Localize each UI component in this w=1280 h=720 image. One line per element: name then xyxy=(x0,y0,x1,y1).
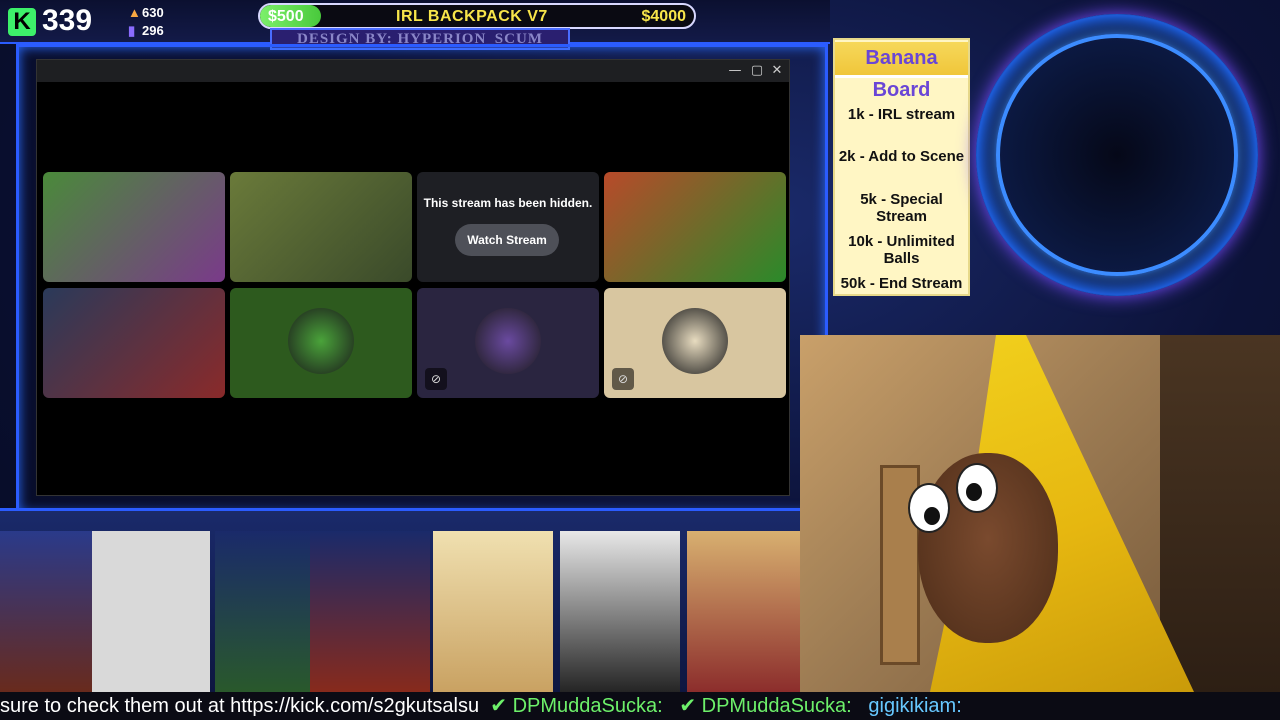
screen-share-tile[interactable] xyxy=(230,172,412,282)
ticker-text: sure to check them out at https://kick.c… xyxy=(0,695,480,717)
avatar-cartoon xyxy=(687,531,800,696)
kick-logo-icon: K xyxy=(8,8,36,36)
participant-avatar xyxy=(662,308,728,374)
avatar-hooded xyxy=(560,531,680,696)
deafened-icon: ⊘ xyxy=(425,368,447,390)
check-icon: ✔ xyxy=(679,695,697,717)
googly-eye-right xyxy=(956,463,998,513)
streamer-face xyxy=(908,453,1058,643)
participant-avatar-tile[interactable]: ⊘ xyxy=(604,288,786,398)
watch-stream-button[interactable]: Watch Stream xyxy=(455,224,559,256)
goal-start-amount: $500 xyxy=(268,8,304,25)
ticker-user: DPMuddaSucka: xyxy=(512,695,663,717)
maximize-button[interactable]: ▢ xyxy=(747,62,767,80)
goal-title: IRL BACKPACK V7 xyxy=(396,8,548,25)
banana-board-title: Banana Board xyxy=(835,42,968,101)
screen-share-tile[interactable] xyxy=(604,172,786,282)
stat-bottom: ▮ 296 xyxy=(128,23,164,38)
stat-top: ▲630 xyxy=(128,5,164,20)
googly-eye-left xyxy=(908,483,950,533)
call-window: — ▢ ✕ This stream has been hidden. Watch … xyxy=(36,59,790,496)
ticker-user: gigikikiam: xyxy=(868,695,962,717)
banana-board: Banana Board 1k - IRL stream 2k - Add to… xyxy=(833,38,970,296)
minimize-button[interactable]: — xyxy=(725,62,745,80)
webcam-feed xyxy=(800,335,1280,692)
person-icon: ▲ xyxy=(128,5,141,20)
banana-board-item: 10k - Unlimited Balls xyxy=(848,233,955,267)
top-bar: K 339 ▲630 ▮ 296 $500 IRL BACKPACK V7 $40… xyxy=(0,0,830,50)
screen-share-tile[interactable] xyxy=(43,288,225,398)
avatar-manga xyxy=(92,531,210,696)
window-titlebar[interactable]: — ▢ ✕ xyxy=(37,60,789,82)
portal-frame xyxy=(976,14,1258,296)
goal-end-amount: $4000 xyxy=(641,8,687,25)
hidden-stream-tile[interactable]: This stream has been hidden. Watch Stream xyxy=(417,172,599,282)
avatar-strip xyxy=(0,508,800,696)
banana-board-item: 2k - Add to Scene xyxy=(838,148,965,165)
viewer-count: 339 xyxy=(42,4,93,37)
goal-progress-bar: $500 IRL BACKPACK V7 $4000 xyxy=(258,3,696,29)
participant-avatar-tile[interactable] xyxy=(230,288,412,398)
avatar-dog xyxy=(433,531,553,696)
close-button[interactable]: ✕ xyxy=(767,62,787,80)
stream-overlay: K 339 ▲630 ▮ 296 $500 IRL BACKPACK V7 $40… xyxy=(0,0,1280,720)
avatar-dr-pepper xyxy=(310,531,430,696)
banana-board-item: 50k - End Stream xyxy=(840,275,963,292)
participant-avatar xyxy=(475,308,541,374)
hidden-stream-message: This stream has been hidden. xyxy=(423,196,593,210)
participant-avatar-tile[interactable]: ⊘ xyxy=(417,288,599,398)
check-icon: ✔ xyxy=(490,695,507,717)
deafened-icon: ⊘ xyxy=(612,368,634,390)
ticker-user: DPMuddaSucka: xyxy=(701,695,852,717)
screen-share-tile[interactable] xyxy=(43,172,225,282)
banana-board-item: 1k - IRL stream xyxy=(847,106,956,123)
portal-ring xyxy=(996,34,1238,276)
chat-ticker: sure to check them out at https://kick.c… xyxy=(0,692,1280,720)
banana-board-item: 5k - Special Stream xyxy=(860,191,943,225)
webcam-wall xyxy=(1160,335,1280,692)
participant-avatar xyxy=(288,308,354,374)
chart-icon: ▮ xyxy=(128,23,136,38)
